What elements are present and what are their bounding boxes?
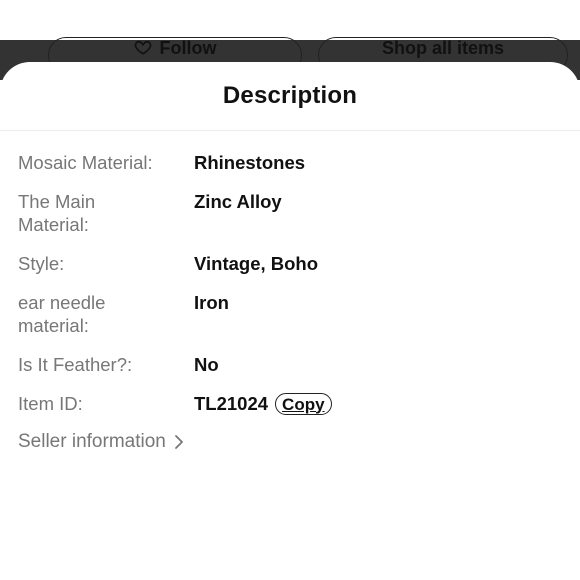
attribute-label: Style:: [18, 253, 65, 274]
attribute-value: Vintage, Boho: [194, 253, 319, 274]
heart-outline-icon: [134, 38, 152, 56]
attribute-label: Is It Feather?:: [18, 354, 133, 375]
attribute-value: No: [194, 354, 219, 375]
attribute-value: Rhinestones: [194, 152, 306, 173]
attribute-value: Zinc Alloy: [194, 191, 282, 212]
attribute-label: Item ID:: [18, 393, 83, 414]
attribute-row: Style: Vintage, Boho: [0, 252, 580, 275]
backdrop-top: [0, 0, 580, 40]
copy-button[interactable]: Copy: [275, 392, 332, 415]
attribute-value: Iron: [194, 292, 229, 313]
attribute-list: Mosaic Material: Rhinestones The Main Ma…: [0, 131, 580, 415]
shop-all-items-label: Shop all items: [381, 38, 505, 58]
attribute-label: ear needle material:: [18, 292, 106, 336]
item-id-value-group: TL21024 Copy: [194, 392, 332, 415]
attribute-row: Mosaic Material: Rhinestones: [0, 151, 580, 174]
attribute-row: Is It Feather?: No: [0, 353, 580, 376]
page: Follow Shop all items Description Mosaic…: [0, 0, 580, 580]
attribute-row: The Main Material: Zinc Alloy: [0, 190, 580, 236]
attribute-row: ear needle material: Iron: [0, 291, 580, 337]
attribute-label: Mosaic Material:: [18, 152, 153, 173]
item-id-value: TL21024: [194, 393, 269, 414]
seller-information-link[interactable]: Seller information: [0, 431, 580, 453]
follow-button-label: Follow: [159, 38, 217, 58]
attribute-row-item-id: Item ID: TL21024 Copy: [0, 392, 580, 415]
description-sheet: Description Mosaic Material: Rhinestones…: [0, 62, 580, 580]
sheet-header: Description: [0, 62, 580, 131]
chevron-right-icon: [174, 434, 184, 450]
seller-information-label: Seller information: [18, 431, 166, 452]
sheet-title: Description: [222, 82, 358, 109]
attribute-label: The Main Material:: [18, 191, 96, 235]
